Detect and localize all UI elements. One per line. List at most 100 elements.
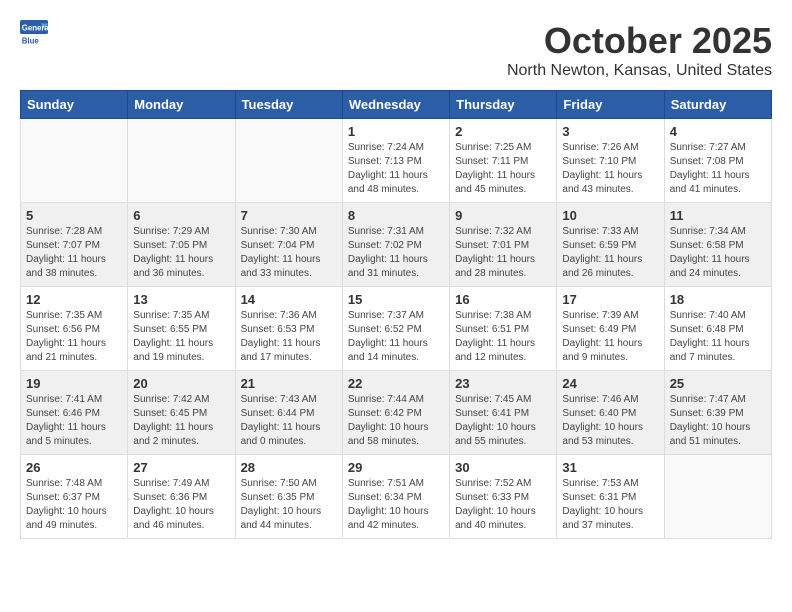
calendar-cell: 6 Sunrise: 7:29 AM Sunset: 7:05 PM Daylig…	[128, 203, 235, 287]
day-info: Sunrise: 7:30 AM Sunset: 7:04 PM Dayligh…	[241, 225, 337, 281]
day-info: Sunrise: 7:26 AM Sunset: 7:10 PM Dayligh…	[562, 141, 658, 197]
calendar-cell: 16Sunrise: 7:38 AM Sunset: 6:51 PM Dayli…	[450, 287, 557, 371]
week-row-3: 12 Sunrise: 7:35 AM Sunset: 6:56 PM Dayli…	[21, 287, 772, 371]
day-number: 19	[26, 376, 122, 391]
calendar-cell	[664, 455, 771, 539]
calendar-cell: 21 Sunrise: 7:43 AM Sunset: 6:44 PM Dayli…	[235, 371, 342, 455]
calendar-cell: 31Sunrise: 7:53 AM Sunset: 6:31 PM Dayli…	[557, 455, 664, 539]
day-number: 13	[133, 292, 229, 307]
day-info: Sunrise: 7:25 AM Sunset: 7:11 PM Dayligh…	[455, 141, 551, 197]
calendar-cell: 13 Sunrise: 7:35 AM Sunset: 6:55 PM Dayli…	[128, 287, 235, 371]
day-number: 9	[455, 208, 551, 223]
calendar-cell: 11 Sunrise: 7:34 AM Sunset: 6:58 PM Dayli…	[664, 203, 771, 287]
day-number: 22	[348, 376, 444, 391]
day-info: Sunrise: 7:31 AM Sunset: 7:02 PM Dayligh…	[348, 225, 444, 281]
day-info: Sunrise: 7:32 AM Sunset: 7:01 PM Dayligh…	[455, 225, 551, 281]
day-number: 29	[348, 460, 444, 475]
day-number: 3	[562, 124, 658, 139]
day-info: Sunrise: 7:35 AM Sunset: 6:55 PM Dayligh…	[133, 309, 229, 365]
day-info: Sunrise: 7:34 AM Sunset: 6:58 PM Dayligh…	[670, 225, 766, 281]
day-number: 31	[562, 460, 658, 475]
day-info: Sunrise: 7:37 AM Sunset: 6:52 PM Dayligh…	[348, 309, 444, 365]
day-info: Sunrise: 7:43 AM Sunset: 6:44 PM Dayligh…	[241, 393, 337, 449]
calendar-cell: 17Sunrise: 7:39 AM Sunset: 6:49 PM Dayli…	[557, 287, 664, 371]
logo-icon: General Blue	[20, 20, 48, 48]
day-number: 20	[133, 376, 229, 391]
week-row-4: 19 Sunrise: 7:41 AM Sunset: 6:46 PM Dayli…	[21, 371, 772, 455]
calendar-cell	[21, 119, 128, 203]
calendar-cell	[235, 119, 342, 203]
calendar-cell: 9 Sunrise: 7:32 AM Sunset: 7:01 PM Daylig…	[450, 203, 557, 287]
calendar-cell: 4 Sunrise: 7:27 AM Sunset: 7:08 PM Daylig…	[664, 119, 771, 203]
calendar-cell: 7 Sunrise: 7:30 AM Sunset: 7:04 PM Daylig…	[235, 203, 342, 287]
day-info: Sunrise: 7:40 AM Sunset: 6:48 PM Dayligh…	[670, 309, 766, 365]
svg-text:Blue: Blue	[22, 37, 40, 46]
calendar-cell: 24Sunrise: 7:46 AM Sunset: 6:40 PM Dayli…	[557, 371, 664, 455]
calendar-cell: 8 Sunrise: 7:31 AM Sunset: 7:02 PM Daylig…	[342, 203, 449, 287]
svg-text:General: General	[22, 24, 48, 33]
day-number: 5	[26, 208, 122, 223]
calendar-cell: 3 Sunrise: 7:26 AM Sunset: 7:10 PM Daylig…	[557, 119, 664, 203]
page-header: General Blue October 2025 North Newton, …	[20, 20, 772, 80]
day-info: Sunrise: 7:48 AM Sunset: 6:37 PM Dayligh…	[26, 477, 122, 533]
day-info: Sunrise: 7:51 AM Sunset: 6:34 PM Dayligh…	[348, 477, 444, 533]
day-info: Sunrise: 7:35 AM Sunset: 6:56 PM Dayligh…	[26, 309, 122, 365]
calendar-cell: 15 Sunrise: 7:37 AM Sunset: 6:52 PM Dayli…	[342, 287, 449, 371]
day-number: 6	[133, 208, 229, 223]
day-number: 30	[455, 460, 551, 475]
title-block: October 2025 North Newton, Kansas, Unite…	[507, 20, 772, 80]
calendar-cell: 12 Sunrise: 7:35 AM Sunset: 6:56 PM Dayli…	[21, 287, 128, 371]
day-info: Sunrise: 7:29 AM Sunset: 7:05 PM Dayligh…	[133, 225, 229, 281]
day-number: 12	[26, 292, 122, 307]
calendar-cell: 30 Sunrise: 7:52 AM Sunset: 6:33 PM Dayli…	[450, 455, 557, 539]
day-info: Sunrise: 7:36 AM Sunset: 6:53 PM Dayligh…	[241, 309, 337, 365]
day-info: Sunrise: 7:44 AM Sunset: 6:42 PM Dayligh…	[348, 393, 444, 449]
day-info: Sunrise: 7:27 AM Sunset: 7:08 PM Dayligh…	[670, 141, 766, 197]
day-number: 28	[241, 460, 337, 475]
day-number: 4	[670, 124, 766, 139]
day-info: Sunrise: 7:49 AM Sunset: 6:36 PM Dayligh…	[133, 477, 229, 533]
day-number: 18	[670, 292, 766, 307]
weekday-header-thursday: Thursday	[450, 91, 557, 119]
week-row-1: 1 Sunrise: 7:24 AM Sunset: 7:13 PM Daylig…	[21, 119, 772, 203]
calendar-table: SundayMondayTuesdayWednesdayThursdayFrid…	[20, 90, 772, 539]
weekday-header-monday: Monday	[128, 91, 235, 119]
day-number: 8	[348, 208, 444, 223]
day-info: Sunrise: 7:42 AM Sunset: 6:45 PM Dayligh…	[133, 393, 229, 449]
calendar-cell: 2 Sunrise: 7:25 AM Sunset: 7:11 PM Daylig…	[450, 119, 557, 203]
month-title: October 2025	[507, 20, 772, 62]
day-number: 25	[670, 376, 766, 391]
day-number: 27	[133, 460, 229, 475]
day-number: 2	[455, 124, 551, 139]
day-number: 7	[241, 208, 337, 223]
calendar-cell: 27 Sunrise: 7:49 AM Sunset: 6:36 PM Dayli…	[128, 455, 235, 539]
day-info: Sunrise: 7:24 AM Sunset: 7:13 PM Dayligh…	[348, 141, 444, 197]
day-info: Sunrise: 7:45 AM Sunset: 6:41 PM Dayligh…	[455, 393, 551, 449]
day-number: 21	[241, 376, 337, 391]
calendar-cell: 5 Sunrise: 7:28 AM Sunset: 7:07 PM Daylig…	[21, 203, 128, 287]
calendar-cell: 18 Sunrise: 7:40 AM Sunset: 6:48 PM Dayli…	[664, 287, 771, 371]
day-info: Sunrise: 7:33 AM Sunset: 6:59 PM Dayligh…	[562, 225, 658, 281]
day-info: Sunrise: 7:52 AM Sunset: 6:33 PM Dayligh…	[455, 477, 551, 533]
day-number: 24	[562, 376, 658, 391]
day-info: Sunrise: 7:41 AM Sunset: 6:46 PM Dayligh…	[26, 393, 122, 449]
day-number: 11	[670, 208, 766, 223]
day-number: 15	[348, 292, 444, 307]
weekday-header-friday: Friday	[557, 91, 664, 119]
day-info: Sunrise: 7:28 AM Sunset: 7:07 PM Dayligh…	[26, 225, 122, 281]
calendar-cell: 22 Sunrise: 7:44 AM Sunset: 6:42 PM Dayli…	[342, 371, 449, 455]
weekday-header-sunday: Sunday	[21, 91, 128, 119]
calendar-cell: 20 Sunrise: 7:42 AM Sunset: 6:45 PM Dayli…	[128, 371, 235, 455]
week-row-5: 26Sunrise: 7:48 AM Sunset: 6:37 PM Dayli…	[21, 455, 772, 539]
day-info: Sunrise: 7:50 AM Sunset: 6:35 PM Dayligh…	[241, 477, 337, 533]
day-info: Sunrise: 7:47 AM Sunset: 6:39 PM Dayligh…	[670, 393, 766, 449]
calendar-cell	[128, 119, 235, 203]
calendar-cell: 25 Sunrise: 7:47 AM Sunset: 6:39 PM Dayli…	[664, 371, 771, 455]
calendar-cell: 23 Sunrise: 7:45 AM Sunset: 6:41 PM Dayli…	[450, 371, 557, 455]
day-number: 23	[455, 376, 551, 391]
day-number: 16	[455, 292, 551, 307]
day-number: 1	[348, 124, 444, 139]
calendar-cell: 29 Sunrise: 7:51 AM Sunset: 6:34 PM Dayli…	[342, 455, 449, 539]
day-number: 14	[241, 292, 337, 307]
logo: General Blue	[20, 20, 48, 48]
